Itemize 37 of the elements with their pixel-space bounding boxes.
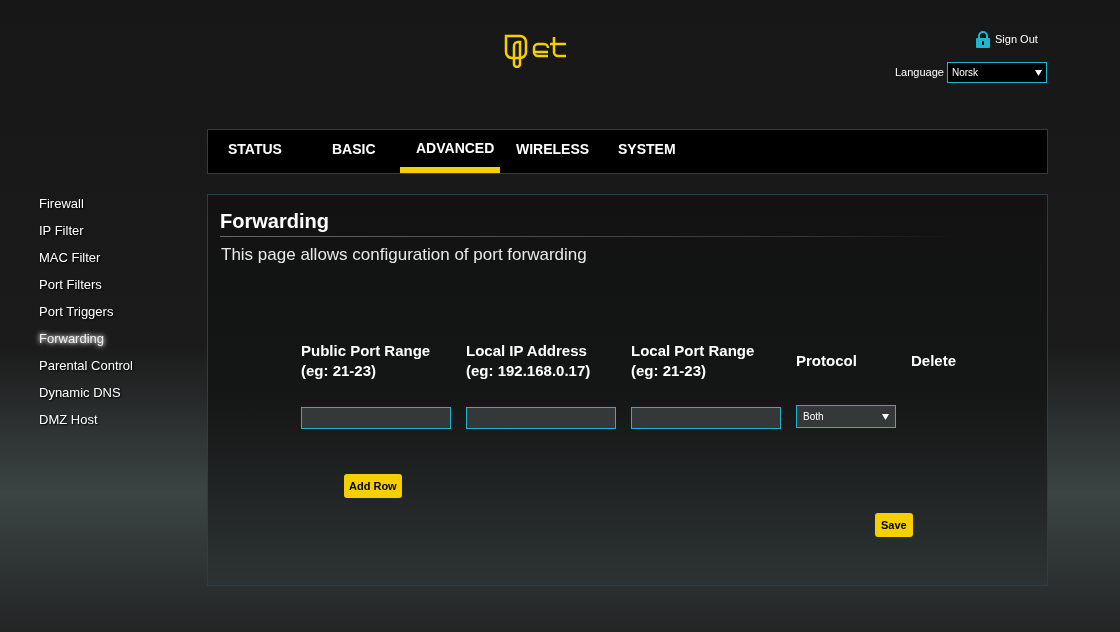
- sidebar-item[interactable]: Port Triggers: [39, 302, 114, 321]
- sidebar-item[interactable]: Forwarding: [39, 329, 105, 348]
- language-label: Language: [895, 65, 944, 81]
- lock-icon: [975, 31, 991, 48]
- sidebar-item[interactable]: Port Filters: [39, 275, 102, 294]
- sidebar-item[interactable]: Dynamic DNS: [39, 383, 121, 402]
- column-header: Local IP Address: [466, 341, 588, 361]
- text-input[interactable]: [631, 407, 781, 429]
- column-hint: (eg: 21-23): [301, 361, 378, 381]
- sidebar-item[interactable]: IP Filter: [39, 221, 84, 240]
- sidebar-item[interactable]: MAC Filter: [39, 248, 101, 267]
- sidebar-item[interactable]: Parental Control: [39, 356, 133, 375]
- dropdown-arrow-icon: [1034, 69, 1042, 76]
- protocol-dropdown[interactable]: Both: [796, 405, 896, 428]
- dropdown-arrow-icon: [882, 413, 889, 420]
- save-button[interactable]: Save: [875, 513, 913, 537]
- column-header: Public Port Range: [301, 341, 432, 361]
- language-dropdown[interactable]: Norsk: [946, 62, 1047, 83]
- column-header: Delete: [911, 351, 958, 371]
- nav-tab[interactable]: WIRELESS: [500, 130, 602, 173]
- sidebar-item[interactable]: DMZ Host: [39, 410, 98, 429]
- sign-out-link[interactable]: Sign Out: [995, 31, 1038, 48]
- sidebar-item[interactable]: Firewall: [39, 194, 84, 213]
- column-hint: (eg: 192.168.0.17): [466, 361, 592, 381]
- add-row-button[interactable]: Add Row: [344, 474, 402, 498]
- nav-tab[interactable]: BASIC: [316, 130, 400, 173]
- logo-icon: [504, 32, 568, 68]
- text-input[interactable]: [301, 407, 451, 429]
- nav-tab[interactable]: SYSTEM: [602, 130, 692, 173]
- page-title: Forwarding: [220, 209, 329, 234]
- column-header: Protocol: [796, 351, 858, 371]
- nav-tab[interactable]: STATUS: [212, 130, 316, 173]
- column-header: Local Port Range: [631, 341, 756, 361]
- column-hint: (eg: 21-23): [631, 361, 708, 381]
- text-input[interactable]: [466, 407, 616, 429]
- page-description: This page allows configuration of port forwarding: [221, 244, 587, 266]
- nav-tab[interactable]: ADVANCED: [400, 130, 500, 173]
